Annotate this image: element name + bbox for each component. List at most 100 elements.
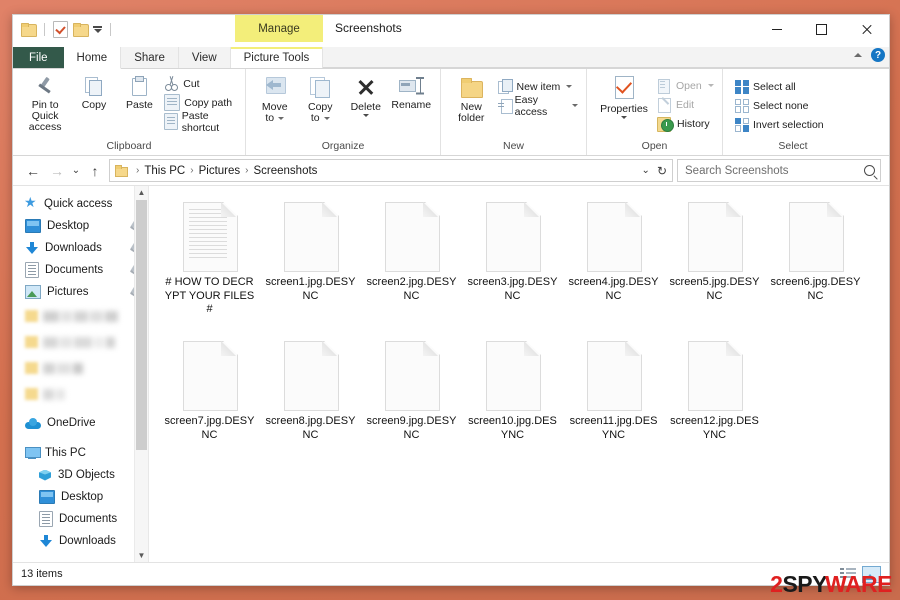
tab-picture-tools[interactable]: Picture Tools bbox=[230, 47, 324, 68]
tab-view[interactable]: View bbox=[178, 47, 231, 68]
help-icon[interactable]: ? bbox=[871, 48, 885, 62]
new-folder-button[interactable]: New folder bbox=[447, 72, 496, 124]
invert-selection-button[interactable]: Invert selection bbox=[733, 116, 826, 133]
forward-button[interactable]: → bbox=[45, 159, 69, 183]
file-item[interactable]: screen9.jpg.DESYNC bbox=[361, 337, 462, 476]
scrollbar-thumb[interactable] bbox=[136, 200, 147, 450]
new-folder-icon[interactable] bbox=[73, 23, 89, 37]
properties-button[interactable]: Properties bbox=[593, 72, 655, 119]
file-item[interactable]: screen6.jpg.DESYNC bbox=[765, 198, 866, 337]
rename-icon bbox=[398, 75, 425, 97]
file-item[interactable]: screen5.jpg.DESYNC bbox=[664, 198, 765, 337]
refresh-icon[interactable]: ↻ bbox=[657, 164, 667, 178]
minimize-button[interactable] bbox=[754, 15, 799, 44]
back-button[interactable]: ← bbox=[21, 159, 45, 183]
sidebar-item-this-pc[interactable]: This PC bbox=[13, 442, 148, 464]
select-all-button[interactable]: Select all bbox=[733, 78, 826, 95]
close-button[interactable] bbox=[844, 15, 889, 44]
customize-icon[interactable] bbox=[93, 26, 102, 33]
file-item[interactable]: screen3.jpg.DESYNC bbox=[462, 198, 563, 337]
file-name: screen4.jpg.DESYNC bbox=[568, 276, 659, 302]
easy-access-button[interactable]: Easy access bbox=[496, 94, 580, 118]
breadcrumb-item-this-pc[interactable]: This PC bbox=[143, 165, 186, 177]
sidebar-label-pictures: Pictures bbox=[47, 286, 89, 298]
file-item[interactable]: screen11.jpg.DESYNC bbox=[563, 337, 664, 476]
sidebar-item-onedrive[interactable]: OneDrive bbox=[13, 412, 148, 434]
copy-path-button[interactable]: Copy path bbox=[162, 94, 239, 111]
breadcrumb[interactable]: › This PC › Pictures › Screenshots ⌄ ↻ bbox=[109, 159, 673, 182]
sidebar-item-redacted-1[interactable] bbox=[13, 303, 148, 329]
file-list-pane[interactable]: # HOW TO DECRYPT YOUR FILES # screen1.jp… bbox=[149, 186, 889, 562]
contextual-tab-header[interactable]: Manage bbox=[235, 15, 323, 42]
maximize-button[interactable] bbox=[799, 15, 844, 44]
file-item[interactable]: screen4.jpg.DESYNC bbox=[563, 198, 664, 337]
navigation-scrollbar[interactable]: ▲ ▼ bbox=[134, 186, 148, 562]
edit-button[interactable]: Edit bbox=[655, 96, 716, 113]
paste-shortcut-button[interactable]: Paste shortcut bbox=[162, 110, 239, 134]
sidebar-item-desktop[interactable]: Desktop bbox=[13, 215, 148, 237]
recent-locations-button[interactable]: ⌄ bbox=[69, 159, 83, 183]
cut-button[interactable]: Cut bbox=[162, 75, 239, 92]
folder-icon[interactable] bbox=[21, 23, 37, 37]
rename-button[interactable]: Rename bbox=[389, 72, 435, 111]
breadcrumb-item-pictures[interactable]: Pictures bbox=[198, 165, 242, 177]
sidebar-item-downloads[interactable]: Downloads bbox=[13, 237, 148, 259]
sidebar-item-documents[interactable]: Documents bbox=[13, 259, 148, 281]
up-button[interactable]: ↑ bbox=[83, 159, 107, 183]
properties-icon[interactable] bbox=[53, 21, 68, 38]
star-icon bbox=[24, 194, 38, 211]
file-item[interactable]: screen7.jpg.DESYNC bbox=[159, 337, 260, 476]
copy-to-button[interactable]: Copy to bbox=[298, 72, 344, 124]
watermark-part-3: WARE bbox=[825, 571, 893, 597]
sidebar-item-redacted-4[interactable] bbox=[13, 381, 148, 407]
select-all-label: Select all bbox=[753, 80, 796, 93]
move-to-label2: to bbox=[265, 112, 275, 124]
scroll-down-icon[interactable]: ▼ bbox=[135, 549, 148, 562]
text-document-icon bbox=[183, 202, 238, 272]
sidebar-item-redacted-3[interactable] bbox=[13, 355, 148, 381]
sidebar-label-downloads: Downloads bbox=[45, 242, 102, 254]
sidebar-item-3d-objects[interactable]: 3D Objects bbox=[13, 464, 148, 486]
watermark-part-1: 2 bbox=[770, 571, 783, 597]
sidebar-item-documents-pc[interactable]: Documents bbox=[13, 508, 148, 530]
collapse-ribbon-icon[interactable] bbox=[854, 53, 862, 57]
sidebar-item-quick-access[interactable]: Quick access bbox=[13, 193, 148, 215]
sidebar-item-redacted-2[interactable] bbox=[13, 329, 148, 355]
move-to-button[interactable]: Move to bbox=[252, 72, 298, 124]
tab-file[interactable]: File bbox=[13, 47, 64, 68]
documents-icon bbox=[39, 511, 53, 527]
file-item[interactable]: screen10.jpg.DESYNC bbox=[462, 337, 563, 476]
onedrive-icon bbox=[25, 417, 41, 429]
sidebar-item-desktop-pc[interactable]: Desktop bbox=[13, 486, 148, 508]
select-none-button[interactable]: Select none bbox=[733, 97, 826, 114]
ribbon-group-clipboard: Pin to Quick access Copy Paste Cut Copy … bbox=[13, 69, 246, 155]
tab-home[interactable]: Home bbox=[63, 47, 122, 69]
file-item[interactable]: screen2.jpg.DESYNC bbox=[361, 198, 462, 337]
sidebar-item-pictures[interactable]: Pictures bbox=[13, 281, 148, 303]
qat-separator-2 bbox=[110, 23, 111, 36]
scroll-up-icon[interactable]: ▲ bbox=[135, 186, 148, 199]
address-dropdown-icon[interactable]: ⌄ bbox=[642, 165, 650, 176]
copy-to-label2: to bbox=[310, 112, 320, 124]
file-item[interactable]: screen8.jpg.DESYNC bbox=[260, 337, 361, 476]
file-item[interactable]: screen1.jpg.DESYNC bbox=[260, 198, 361, 337]
sidebar-label-redacted bbox=[43, 362, 85, 374]
sidebar-label-this-pc: This PC bbox=[45, 447, 86, 459]
paste-button[interactable]: Paste bbox=[117, 72, 163, 111]
pin-label-line1: Pin to Quick bbox=[31, 99, 59, 122]
pin-to-quick-access-button[interactable]: Pin to Quick access bbox=[19, 72, 71, 133]
search-icon[interactable] bbox=[864, 165, 875, 176]
sidebar-item-downloads-pc[interactable]: Downloads bbox=[13, 530, 148, 552]
tab-share[interactable]: Share bbox=[121, 47, 179, 68]
search-box[interactable] bbox=[677, 159, 881, 182]
file-name: screen6.jpg.DESYNC bbox=[770, 276, 861, 302]
new-item-button[interactable]: New item bbox=[496, 78, 580, 95]
copy-button[interactable]: Copy bbox=[71, 72, 117, 111]
delete-button[interactable]: Delete bbox=[343, 72, 389, 117]
open-button[interactable]: Open bbox=[655, 77, 716, 94]
file-item[interactable]: screen12.jpg.DESYNC bbox=[664, 337, 765, 476]
search-input[interactable] bbox=[683, 163, 864, 178]
breadcrumb-item-screenshots[interactable]: Screenshots bbox=[252, 165, 318, 177]
file-item[interactable]: # HOW TO DECRYPT YOUR FILES # bbox=[159, 198, 260, 337]
history-button[interactable]: History bbox=[655, 115, 716, 132]
